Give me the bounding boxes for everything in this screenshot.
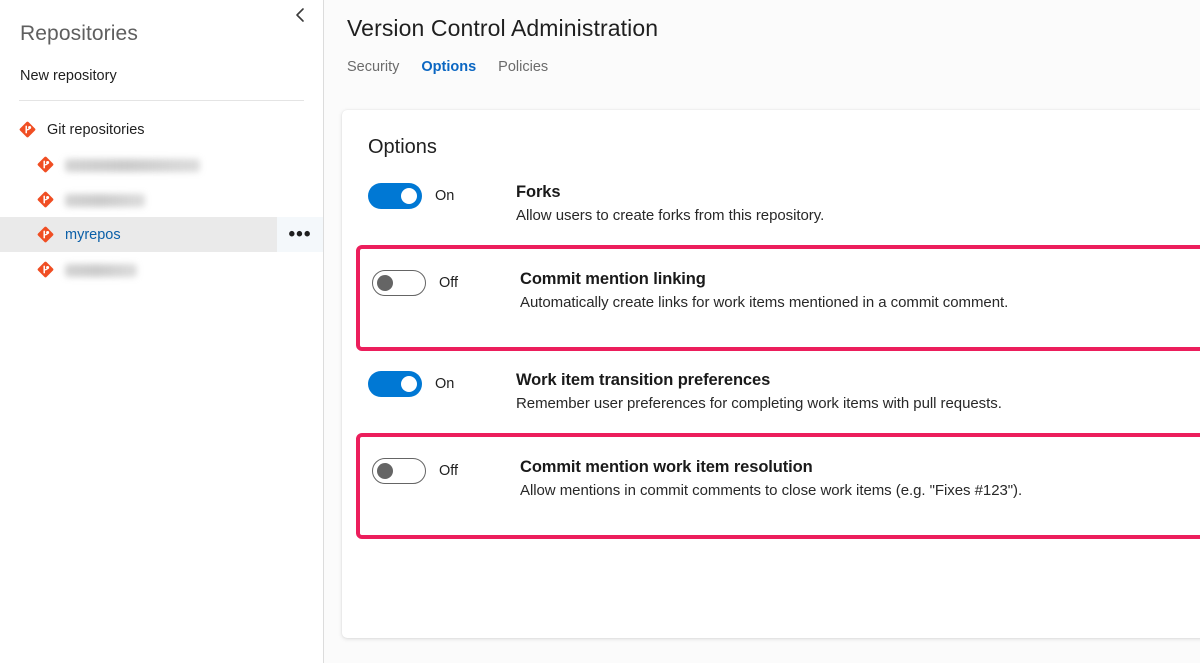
tree-item-label: Git repositories [47, 121, 145, 138]
option-text: Commit mention linking Automatically cre… [520, 268, 1200, 314]
tree-item-git-repositories[interactable]: Git repositories [0, 112, 323, 147]
git-repository-icon [19, 121, 36, 138]
option-description: Automatically create links for work item… [520, 294, 1009, 312]
tree-item-repository-4[interactable]: TestProject [0, 252, 323, 287]
option-description: Allow mentions in commit comments to clo… [520, 482, 1023, 500]
options-heading: Options [368, 136, 437, 158]
option-title: Commit mention work item resolution [520, 458, 813, 477]
toggle-commit-mention-work-item-resolution[interactable]: Off [372, 456, 520, 485]
tree-item-myrepos[interactable]: myrepos ••• [0, 217, 323, 252]
toggle-state-label: Off [439, 463, 459, 480]
app-root: Repositories New repository Git reposito… [0, 0, 1200, 663]
git-repository-icon [37, 226, 54, 243]
option-row-commit-mention-linking: Off Commit mention linking Automatically… [356, 245, 1200, 352]
more-options-icon[interactable]: ••• [277, 217, 323, 252]
option-description: Remember user preferences for completing… [516, 395, 1002, 413]
option-row-commit-mention-work-item-resolution: Off Commit mention work item resolution … [356, 433, 1200, 540]
sidebar-divider [19, 100, 304, 101]
toggle-switch-on [368, 371, 422, 398]
git-repository-icon [37, 261, 54, 278]
option-title: Commit mention linking [520, 270, 706, 289]
tab-policies[interactable]: Policies [498, 59, 548, 81]
tree-item-label: azuredevops-sample [65, 159, 200, 172]
toggle-knob [401, 376, 417, 393]
options-card: Options On Forks Allow users to create f… [342, 110, 1200, 638]
option-text: Forks Allow users to create forks from t… [516, 181, 1200, 227]
option-row-work-item-transition-preferences: On Work item transition preferences Reme… [342, 357, 1200, 427]
git-repository-icon [37, 191, 54, 208]
git-repository-icon [37, 156, 54, 173]
page-title: Version Control Administration [347, 15, 659, 41]
repositories-sidebar: Repositories New repository Git reposito… [0, 0, 324, 663]
toggle-state-label: On [435, 188, 455, 204]
option-text: Commit mention work item resolution Allo… [520, 456, 1200, 502]
sidebar-title: Repositories [20, 22, 138, 45]
toggle-state-label: Off [439, 275, 459, 292]
options-list: On Forks Allow users to create forks fro… [342, 159, 1200, 540]
toggle-switch-on [368, 183, 422, 209]
toggle-switch-off [372, 458, 426, 485]
tree-item-label: dotfiles-repo [65, 194, 145, 207]
tree-item-label: myrepos [65, 226, 121, 243]
toggle-state-label: On [435, 376, 455, 393]
tab-options[interactable]: Options [421, 59, 476, 81]
tab-bar: Security Options Policies [324, 42, 1200, 81]
new-repository-link[interactable]: New repository [0, 46, 117, 84]
toggle-forks[interactable]: On [368, 181, 516, 209]
option-description: Allow users to create forks from this re… [516, 207, 825, 225]
toggle-knob [401, 188, 417, 204]
toggle-work-item-transition-preferences[interactable]: On [368, 369, 516, 398]
toggle-knob [377, 463, 393, 480]
main-content: Version Control Administration Security … [324, 0, 1200, 663]
option-row-forks: On Forks Allow users to create forks fro… [342, 169, 1200, 239]
option-title: Work item transition preferences [516, 371, 771, 390]
toggle-commit-mention-linking[interactable]: Off [372, 268, 520, 297]
more-options-glyph: ••• [288, 223, 312, 245]
tab-security[interactable]: Security [347, 59, 399, 81]
tree-item-repository-1[interactable]: azuredevops-sample [0, 147, 323, 182]
chevron-left-icon[interactable] [289, 2, 311, 28]
toggle-knob [377, 275, 393, 292]
toggle-switch-off [372, 270, 426, 297]
tree-item-repository-2[interactable]: dotfiles-repo [0, 182, 323, 217]
option-text: Work item transition preferences Remembe… [516, 369, 1200, 415]
repository-tree: Git repositories azuredevops-sample [0, 112, 323, 287]
option-title: Forks [516, 183, 561, 201]
tree-item-label: TestProject [65, 264, 137, 277]
